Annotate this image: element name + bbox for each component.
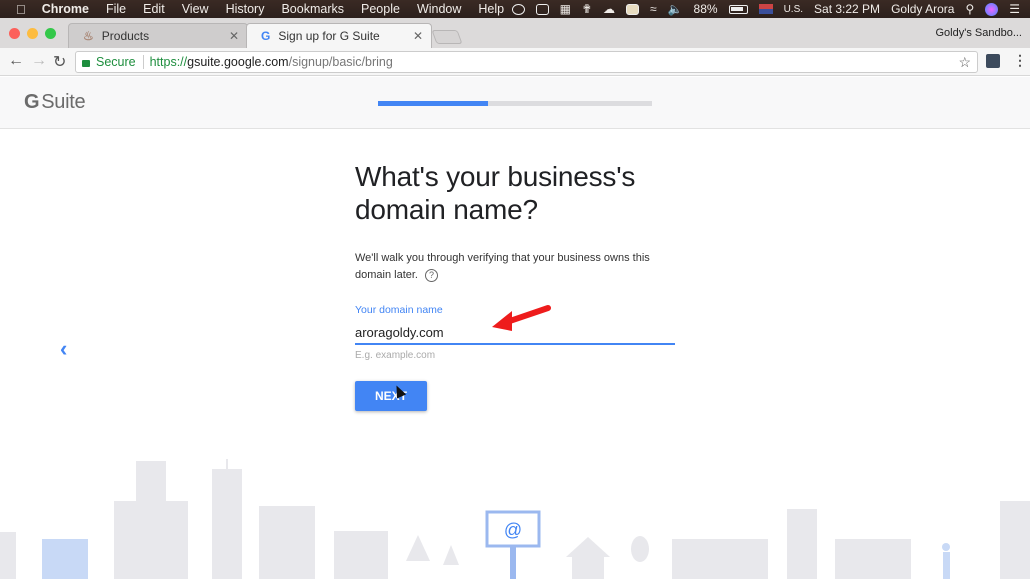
domain-hint: E.g. example.com: [355, 350, 436, 361]
help-icon[interactable]: ?: [425, 269, 439, 282]
back-nav-icon[interactable]: ←: [8, 52, 24, 70]
billboard-at-icon: @: [485, 510, 541, 579]
description: We'll walk you through verifying that yo…: [355, 252, 650, 282]
new-tab-button[interactable]: [431, 30, 463, 44]
url-path: /signup/basic/bring: [288, 55, 393, 69]
mac-menubar:  Chrome File Edit View History Bookmark…: [0, 0, 1030, 18]
menu-app-name[interactable]: Chrome: [42, 2, 89, 16]
building-icon: [114, 501, 188, 579]
volume-icon[interactable]: 🔈: [668, 2, 683, 16]
gsuite-header: G Suite: [0, 77, 1030, 129]
menu-view[interactable]: View: [182, 2, 209, 16]
blue-house-icon: [42, 539, 88, 579]
menu-window[interactable]: Window: [417, 2, 461, 16]
notification-list-icon[interactable]: ☰: [1009, 2, 1020, 16]
close-tab-icon[interactable]: ✕: [413, 29, 423, 43]
page-title: What's your business's domain name?: [355, 161, 636, 225]
tree-icon: [406, 535, 430, 561]
battery-percent: 88%: [693, 2, 718, 16]
profile-name[interactable]: Goldy's Sandbo...: [936, 27, 1023, 39]
back-chevron-icon[interactable]: ‹: [60, 336, 67, 362]
address-bar[interactable]: Secure https:// gsuite.google.com /signu…: [75, 51, 978, 73]
tab-strip: ♨ Products ✕ G Sign up for G Suite ✕ Gol…: [0, 18, 1030, 48]
display-icon[interactable]: [625, 3, 639, 15]
signup-progress-bar: [378, 101, 652, 106]
close-window-button[interactable]: [9, 28, 20, 39]
lock-icon: [82, 59, 90, 67]
tab-products[interactable]: ♨ Products ✕: [68, 23, 248, 48]
skyscraper-icon: [212, 469, 242, 579]
minimize-window-button[interactable]: [27, 28, 38, 39]
siri-icon[interactable]: [985, 2, 999, 16]
chrome-menu-icon[interactable]: ⋮: [1013, 52, 1027, 69]
browser-toolbar: ← → ↻ Secure https:// gsuite.google.com …: [0, 48, 1030, 76]
building-icon: [787, 509, 817, 579]
input-source[interactable]: U.S.: [784, 4, 803, 15]
apple-icon[interactable]: : [16, 2, 26, 17]
tab-label: Products: [101, 29, 150, 43]
person-icon: [942, 543, 950, 551]
check-circle-icon[interactable]: [511, 3, 525, 15]
menu-file[interactable]: File: [106, 2, 126, 16]
building-icon: [259, 506, 315, 579]
url-scheme: https://: [149, 55, 188, 69]
menu-edit[interactable]: Edit: [143, 2, 165, 16]
forward-nav-icon[interactable]: →: [31, 52, 47, 70]
progress-fill: [378, 101, 488, 106]
garage-icon: [672, 539, 768, 579]
bookmark-star-icon[interactable]: ☆: [958, 54, 971, 71]
menu-people[interactable]: People: [361, 2, 400, 16]
user-name[interactable]: Goldy Arora: [891, 2, 954, 16]
tool-icon[interactable]: ✟: [582, 2, 592, 16]
battery-icon[interactable]: [728, 4, 748, 14]
close-tab-icon[interactable]: ✕: [229, 29, 239, 43]
red-annotation-arrow-icon: [492, 305, 551, 331]
secure-label[interactable]: Secure: [96, 55, 144, 69]
menu-help[interactable]: Help: [478, 2, 504, 16]
tree-icon: [631, 536, 649, 562]
cloud-icon[interactable]: ☁: [603, 2, 615, 16]
clock[interactable]: Sat 3:22 PM: [814, 2, 880, 16]
products-favicon: ♨: [83, 29, 94, 43]
flag-icon[interactable]: [758, 4, 773, 14]
spotlight-icon[interactable]: ⚲: [965, 2, 974, 16]
building-icon: [1000, 501, 1030, 579]
tab-label: Sign up for G Suite: [278, 29, 380, 43]
video-icon[interactable]: [535, 3, 549, 15]
menu-history[interactable]: History: [226, 2, 265, 16]
building-icon: [136, 461, 166, 501]
extension-icon[interactable]: [986, 54, 1000, 68]
menu-bookmarks[interactable]: Bookmarks: [281, 2, 344, 16]
building-icon: [835, 539, 911, 579]
gsuite-logo: G Suite: [24, 91, 86, 113]
url-host: gsuite.google.com: [187, 55, 289, 69]
domain-form: What's your business's domain name? We'l…: [355, 160, 685, 411]
next-button[interactable]: NEXT: [355, 381, 427, 411]
svg-text:@: @: [504, 520, 522, 540]
shop-icon: [334, 531, 388, 579]
reload-icon[interactable]: ↻: [53, 52, 66, 72]
google-g-icon: G: [261, 29, 271, 43]
wifi-icon[interactable]: ≈: [650, 2, 657, 16]
maximize-window-button[interactable]: [45, 28, 56, 39]
tree-icon: [443, 545, 459, 565]
house-icon: [566, 537, 610, 557]
building-icon: [0, 532, 16, 579]
tiles-icon[interactable]: ▦: [560, 2, 571, 16]
city-skyline-illustration: @: [0, 459, 1030, 579]
tab-gsuite-signup[interactable]: G Sign up for G Suite ✕: [246, 23, 432, 48]
